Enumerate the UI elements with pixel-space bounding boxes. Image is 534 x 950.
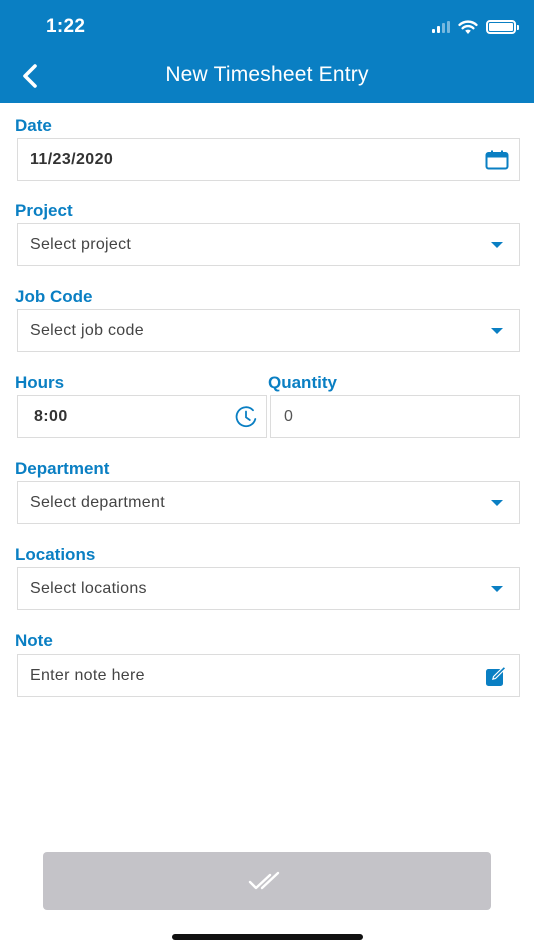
project-label: Project: [15, 201, 73, 220]
locations-select[interactable]: Select locations: [17, 567, 520, 610]
caret-down-icon: [491, 241, 503, 248]
quantity-field[interactable]: 0: [270, 395, 520, 438]
job-code-placeholder: Select job code: [30, 321, 144, 339]
locations-placeholder: Select locations: [30, 579, 147, 597]
home-indicator: [172, 934, 363, 940]
edit-note-icon: [486, 665, 507, 686]
locations-label: Locations: [15, 545, 96, 564]
time-picker-button[interactable]: [226, 396, 266, 437]
top-app-bar: 1:22 New Timesheet Entry: [0, 0, 534, 103]
cellular-signal-icon: [432, 21, 450, 33]
quantity-value: 0: [284, 407, 293, 425]
double-check-icon: [248, 871, 280, 890]
note-field[interactable]: Enter note here: [17, 654, 520, 697]
date-value: 11/23/2020: [30, 150, 114, 168]
project-placeholder: Select project: [30, 235, 132, 253]
date-field[interactable]: 11/23/2020: [17, 138, 520, 181]
quantity-label: Quantity: [268, 373, 337, 392]
caret-down-icon: [491, 327, 503, 334]
hours-field[interactable]: 8:00: [17, 395, 267, 438]
project-select[interactable]: Select project: [17, 223, 520, 266]
clock-icon: [235, 405, 257, 427]
note-placeholder: Enter note here: [30, 666, 145, 684]
edit-note-button[interactable]: [475, 655, 519, 696]
caret-down-icon: [491, 585, 503, 592]
calendar-icon: [485, 150, 509, 169]
hours-value: 8:00: [34, 407, 68, 425]
status-icons: [432, 18, 519, 36]
submit-button[interactable]: [43, 852, 491, 910]
department-label: Department: [15, 459, 110, 478]
date-label: Date: [15, 116, 52, 135]
hours-label: Hours: [15, 373, 65, 392]
caret-down-icon: [491, 499, 503, 506]
battery-icon: [486, 20, 519, 34]
note-label: Note: [15, 631, 53, 650]
page-title: New Timesheet Entry: [165, 63, 369, 86]
department-select[interactable]: Select department: [17, 481, 520, 524]
job-code-select[interactable]: Select job code: [17, 309, 520, 352]
status-time: 1:22: [46, 16, 86, 37]
calendar-button[interactable]: [475, 139, 519, 180]
wifi-icon: [458, 19, 478, 34]
department-placeholder: Select department: [30, 493, 165, 511]
job-code-label: Job Code: [15, 287, 93, 306]
